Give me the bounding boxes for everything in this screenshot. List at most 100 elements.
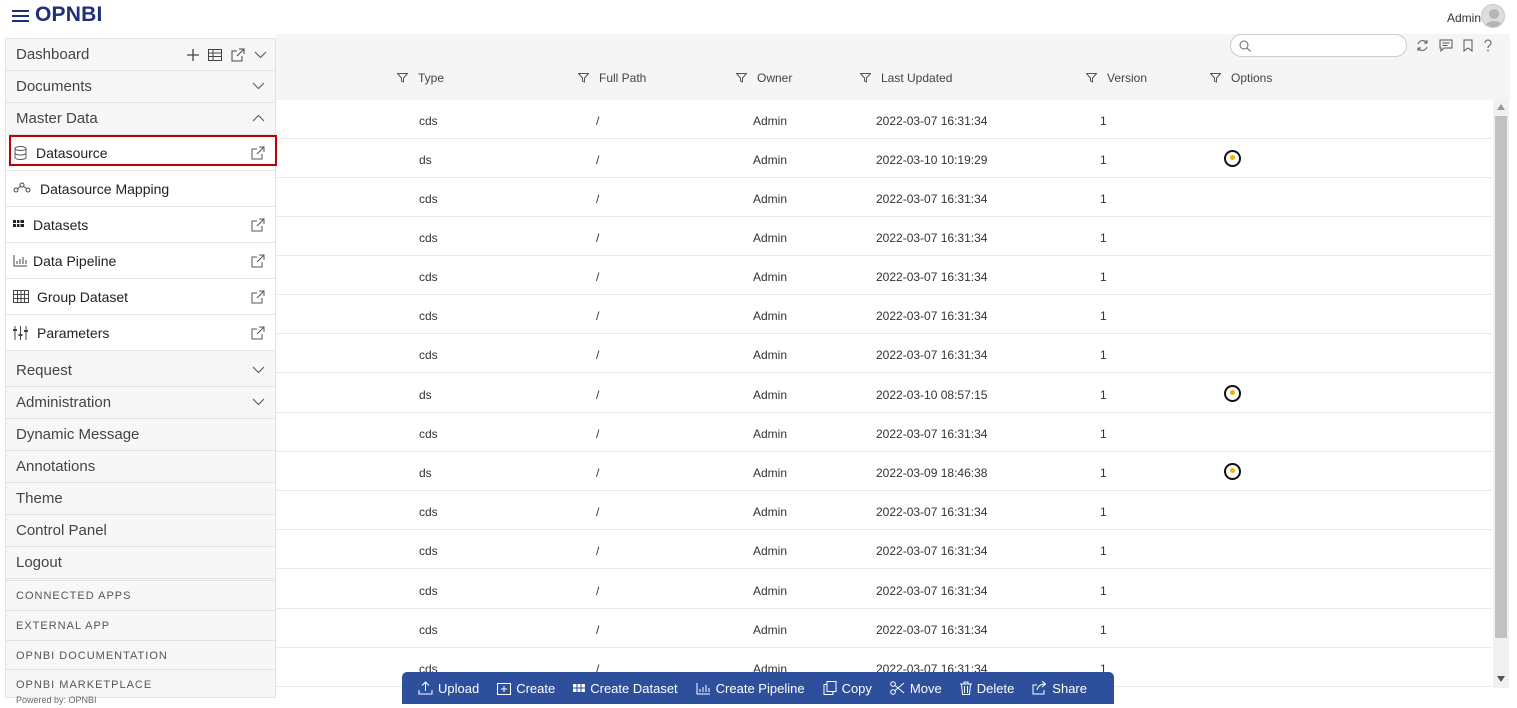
external-link-icon[interactable] — [231, 48, 245, 62]
upload-button[interactable]: Upload — [418, 681, 479, 696]
cell-updated: 2022-03-07 16:31:34 — [876, 544, 988, 558]
table-row[interactable]: cds / Admin 2022-03-07 16:31:34 1 — [276, 413, 1492, 452]
sidebar-item-documents[interactable]: Documents — [6, 71, 275, 103]
scrollbar[interactable] — [1493, 100, 1509, 688]
sidebar-item-annotations[interactable]: Annotations — [6, 451, 275, 483]
plus-icon[interactable] — [187, 49, 199, 61]
search-input[interactable] — [1230, 34, 1407, 57]
sidebar-subitem-datasource-mapping[interactable]: Datasource Mapping — [6, 171, 275, 207]
external-link-icon[interactable] — [251, 290, 265, 304]
sidebar-item-request[interactable]: Request — [6, 355, 275, 387]
schedule-option-icon[interactable] — [1224, 463, 1241, 480]
filter-icon[interactable] — [1086, 73, 1097, 83]
share-label: Share — [1052, 680, 1087, 696]
scroll-up-arrow-icon[interactable] — [1497, 104, 1505, 110]
table-row[interactable]: cds / Admin 2022-03-07 16:31:34 1 — [276, 609, 1492, 648]
sidebar-subitem-label: Datasource — [36, 145, 108, 161]
user-name[interactable]: Admin — [1447, 11, 1481, 25]
sidebar-subitem-datasets[interactable]: Datasets — [6, 207, 275, 243]
comment-icon[interactable] — [1439, 39, 1453, 52]
filter-icon[interactable] — [578, 73, 589, 83]
help-icon[interactable] — [1483, 39, 1493, 52]
delete-button[interactable]: Delete — [959, 681, 1014, 696]
cell-type: cds — [419, 114, 438, 128]
table-row[interactable]: cds / Admin 2022-03-07 16:31:34 1 — [276, 295, 1492, 334]
create-dataset-button[interactable]: Create Dataset — [573, 681, 678, 696]
sidebar-subitem-parameters[interactable]: Parameters — [6, 315, 275, 351]
section-connected-apps[interactable]: CONNECTED APPS — [6, 580, 275, 610]
cell-updated: 2022-03-09 18:46:38 — [876, 466, 988, 480]
sidebar-subitem-data-pipeline[interactable]: Data Pipeline — [6, 243, 275, 279]
column-header-owner[interactable]: Owner — [736, 71, 792, 85]
table-row[interactable]: cds / Admin 2022-03-07 16:31:34 1 — [276, 570, 1492, 609]
refresh-icon[interactable] — [1416, 39, 1429, 52]
filter-icon[interactable] — [860, 73, 871, 83]
cell-updated: 2022-03-07 16:31:34 — [876, 584, 988, 598]
cell-version: 1 — [1100, 114, 1107, 128]
table-row[interactable]: cds / Admin 2022-03-07 16:31:34 1 — [276, 491, 1492, 530]
table-row[interactable]: cds / Admin 2022-03-07 16:31:34 1 — [276, 530, 1492, 569]
table-row[interactable]: cds / Admin 2022-03-07 16:31:34 1 — [276, 256, 1492, 295]
table-row[interactable]: cds / Admin 2022-03-07 16:31:34 1 — [276, 334, 1492, 373]
column-header-options[interactable]: Options — [1210, 71, 1272, 85]
table-body: cds / Admin 2022-03-07 16:31:34 1 ds / Admin 20… — [276, 100, 1492, 688]
filter-icon[interactable] — [736, 73, 747, 83]
sidebar-item-label: Request — [16, 362, 72, 379]
create-pipeline-button[interactable]: Create Pipeline — [696, 681, 805, 696]
table-row[interactable]: ds / Admin 2022-03-09 18:46:38 1 — [276, 452, 1492, 491]
copy-button[interactable]: Copy — [823, 681, 872, 696]
external-link-icon[interactable] — [251, 218, 265, 232]
cell-owner: Admin — [753, 309, 788, 323]
share-button[interactable]: Share — [1032, 681, 1087, 696]
table-row[interactable]: cds / Admin 2022-03-07 16:31:34 1 — [276, 217, 1492, 256]
section-opnbi-documentation[interactable]: OPNBI DOCUMENTATION — [6, 640, 275, 670]
sidebar-subitem-group-dataset[interactable]: Group Dataset — [6, 279, 275, 315]
scissors-icon — [890, 681, 905, 695]
move-button[interactable]: Move — [890, 681, 942, 696]
sidebar-item-control-panel[interactable]: Control Panel — [6, 515, 275, 547]
schedule-option-icon[interactable] — [1224, 385, 1241, 402]
table-row[interactable]: cds / Admin 2022-03-07 16:31:34 1 — [276, 178, 1492, 217]
cell-updated: 2022-03-07 16:31:34 — [876, 192, 988, 206]
sidebar-item-theme[interactable]: Theme — [6, 483, 275, 515]
scrollbar-thumb[interactable] — [1495, 116, 1507, 638]
external-link-icon[interactable] — [251, 254, 265, 268]
powered-by-text: Powered by: OPNBI — [16, 695, 97, 705]
column-header-type[interactable]: Type — [397, 71, 444, 85]
table-icon[interactable] — [208, 49, 222, 61]
external-link-icon[interactable] — [251, 326, 265, 340]
cell-path: / — [596, 623, 600, 637]
table-row[interactable]: ds / Admin 2022-03-10 08:57:15 1 — [276, 374, 1492, 413]
create-button[interactable]: Create — [497, 681, 555, 696]
schedule-option-icon[interactable] — [1224, 150, 1241, 167]
cell-owner: Admin — [753, 114, 788, 128]
sidebar-item-dynamic-message[interactable]: Dynamic Message — [6, 419, 275, 451]
column-header-full-path[interactable]: Full Path — [578, 71, 646, 85]
table-row[interactable]: ds / Admin 2022-03-10 10:19:29 1 — [276, 139, 1492, 178]
cell-updated: 2022-03-07 16:31:34 — [876, 505, 988, 519]
external-link-icon[interactable] — [251, 146, 265, 160]
cell-type: cds — [419, 309, 438, 323]
section-external-app[interactable]: EXTERNAL APP — [6, 610, 275, 640]
cell-version: 1 — [1100, 505, 1107, 519]
sidebar-item-master-data[interactable]: Master Data — [6, 103, 275, 135]
section-opnbi-marketplace[interactable]: OPNBI MARKETPLACE — [6, 669, 275, 697]
column-header-version[interactable]: Version — [1086, 71, 1147, 85]
cell-type: cds — [419, 348, 438, 362]
scroll-down-arrow-icon[interactable] — [1497, 676, 1505, 682]
column-header-last-updated[interactable]: Last Updated — [860, 71, 952, 85]
sidebar-item-logout[interactable]: Logout — [6, 547, 275, 579]
filter-icon[interactable] — [397, 73, 408, 83]
avatar[interactable] — [1481, 4, 1505, 28]
sidebar-item-administration[interactable]: Administration — [6, 387, 275, 419]
copy-label: Copy — [841, 680, 872, 696]
cell-owner: Admin — [753, 584, 788, 598]
sidebar-subitem-datasource[interactable]: Datasource — [6, 135, 275, 171]
bookmark-icon[interactable] — [1463, 39, 1473, 52]
sidebar-item-dashboard[interactable]: Dashboard — [6, 39, 275, 71]
table-row[interactable]: cds / Admin 2022-03-07 16:31:34 1 — [276, 100, 1492, 139]
app-logo[interactable]: OPNBI — [35, 3, 103, 27]
chevron-down-icon[interactable] — [254, 51, 267, 59]
filter-icon[interactable] — [1210, 73, 1221, 83]
hamburger-menu-icon[interactable] — [12, 9, 29, 23]
